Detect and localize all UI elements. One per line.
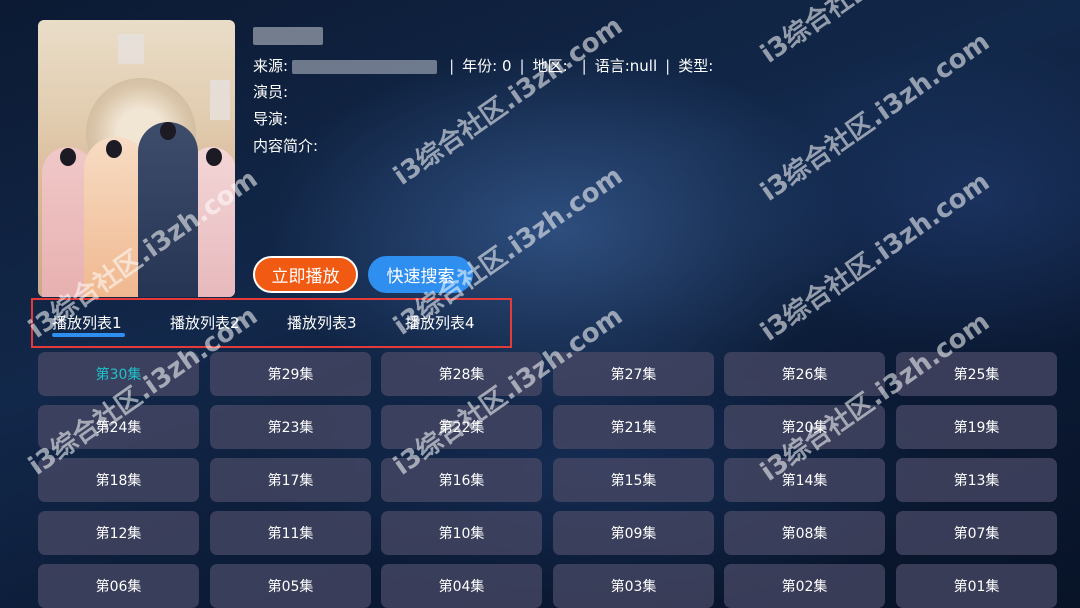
episode-button[interactable]: 第05集: [210, 564, 371, 608]
poster-head: [206, 148, 222, 166]
episode-button[interactable]: 第15集: [553, 458, 714, 502]
type-label: 类型:: [678, 57, 714, 75]
episode-button[interactable]: 第21集: [553, 405, 714, 449]
actors-label: 演员:: [253, 83, 289, 101]
episode-button[interactable]: 第23集: [210, 405, 371, 449]
poster-blurred-text: [210, 80, 230, 120]
episode-button[interactable]: 第07集: [896, 511, 1057, 555]
episode-button[interactable]: 第12集: [38, 511, 199, 555]
episode-button[interactable]: 第13集: [896, 458, 1057, 502]
tab-playlist-3[interactable]: 播放列表3: [287, 312, 357, 333]
year-value: 0: [501, 57, 512, 75]
episode-button[interactable]: 第03集: [553, 564, 714, 608]
episode-button[interactable]: 第01集: [896, 564, 1057, 608]
watermark-text: i3综合社区.i3zh.com: [388, 11, 629, 192]
intro-label: 内容简介:: [253, 137, 319, 155]
year-label: 年份:: [462, 57, 498, 75]
episode-button[interactable]: 第11集: [210, 511, 371, 555]
episode-button[interactable]: 第02集: [724, 564, 885, 608]
poster-head: [60, 148, 76, 166]
poster-head: [160, 122, 176, 140]
poster-blurred-text: [118, 34, 144, 64]
episode-button[interactable]: 第06集: [38, 564, 199, 608]
director-label: 导演:: [253, 110, 289, 128]
separator: |: [665, 57, 671, 75]
language-label: 语言:: [594, 57, 630, 75]
episode-button[interactable]: 第17集: [210, 458, 371, 502]
play-now-button[interactable]: 立即播放: [253, 256, 358, 293]
meta-info-row: 来源: | 年份: 0 | 地区: | 语言:null | 类型:: [253, 56, 713, 76]
episode-button[interactable]: 第04集: [381, 564, 542, 608]
source-value-blurred: [292, 59, 438, 74]
separator: |: [449, 57, 455, 75]
active-tab-indicator: [52, 333, 125, 337]
episode-button[interactable]: 第10集: [381, 511, 542, 555]
poster-head: [106, 140, 122, 158]
episode-button[interactable]: 第09集: [553, 511, 714, 555]
episode-button[interactable]: 第19集: [896, 405, 1057, 449]
episode-button[interactable]: 第08集: [724, 511, 885, 555]
source-label: 来源:: [253, 57, 289, 75]
language-value: null: [629, 57, 658, 75]
video-title-blurred: [253, 27, 323, 45]
episode-button[interactable]: 第29集: [210, 352, 371, 396]
